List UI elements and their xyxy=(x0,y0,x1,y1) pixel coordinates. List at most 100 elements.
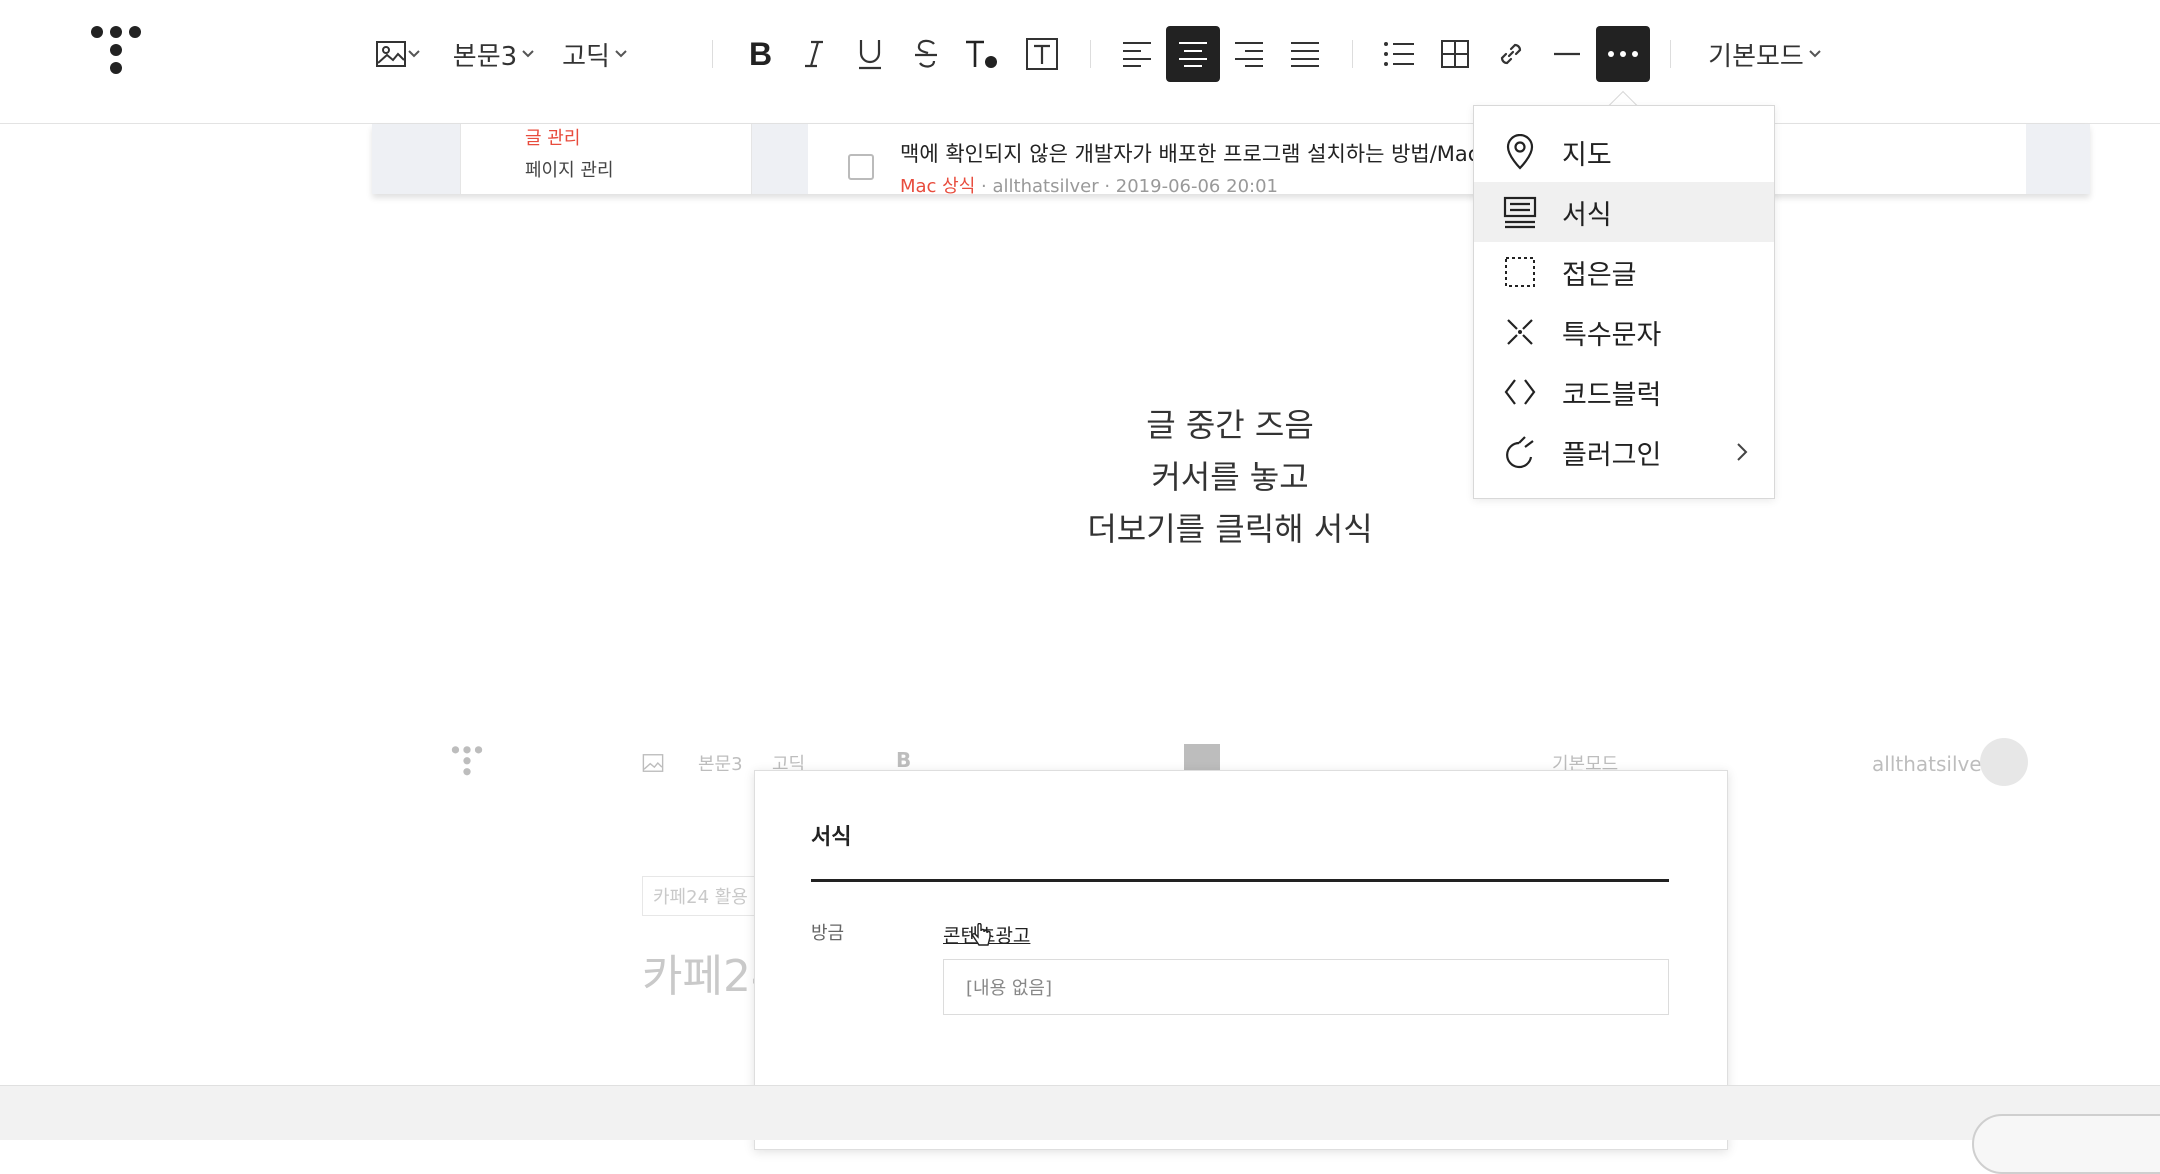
meta-separator: · xyxy=(981,176,993,194)
table-icon xyxy=(1441,40,1469,68)
align-left-icon xyxy=(1123,42,1151,67)
underline-button[interactable] xyxy=(848,26,892,82)
toolbar-divider xyxy=(712,40,713,68)
template-row-label: 방금 xyxy=(811,923,845,944)
horizontal-rule-icon xyxy=(1554,52,1580,56)
chevron-down-icon xyxy=(522,50,534,58)
post-author: allthatsilver xyxy=(992,176,1099,194)
editor-toolbar: 본문3 고딕 B 기본모드 xyxy=(0,0,2160,124)
post-meta: Mac 상식 · allthatsilver · 2019-06-06 20:0… xyxy=(900,172,1278,194)
toolbar-divider xyxy=(1090,40,1091,68)
align-center-icon xyxy=(1179,42,1207,67)
horizontal-line-button[interactable] xyxy=(1544,26,1590,82)
faded-logo xyxy=(450,744,484,780)
embedded-screenshot-strip: 글 관리 페이지 관리 맥에 확인되지 않은 개발자가 배포한 프로그램 설치하… xyxy=(372,124,2090,194)
template-content-box: [내용 없음] xyxy=(943,959,1669,1015)
template-icon xyxy=(1502,194,1538,230)
template-empty-text: [내용 없음] xyxy=(966,978,1053,999)
post-date: 2019-06-06 20:01 xyxy=(1115,176,1278,194)
map-pin-icon xyxy=(1502,134,1538,170)
list-button[interactable] xyxy=(1376,26,1422,82)
faded-text-style: 본문3 xyxy=(698,754,743,775)
chevron-right-icon xyxy=(1736,442,1748,462)
chevron-down-icon xyxy=(615,50,627,58)
strip-gray-margin xyxy=(372,124,460,194)
hand-cursor-icon xyxy=(971,923,993,949)
dialog-title: 서식 xyxy=(811,825,852,850)
menu-item-label: 서식 xyxy=(1562,199,1612,231)
content-line-2[interactable]: 커서를 놓고 xyxy=(0,452,2160,498)
align-right-button[interactable] xyxy=(1226,26,1272,82)
post-row: 맥에 확인되지 않은 개발자가 배포한 프로그램 설치하는 방법/Mac Mac… xyxy=(808,124,2026,194)
align-justify-button[interactable] xyxy=(1282,26,1328,82)
menu-item-code-block[interactable]: 코드블럭 xyxy=(1474,362,1774,422)
content-line-1[interactable]: 글 중간 즈음 xyxy=(0,400,2160,446)
menu-item-template[interactable]: 서식 xyxy=(1474,182,1774,242)
sidebar-item-page-manage[interactable]: 페이지 관리 xyxy=(525,156,614,182)
text-background-icon xyxy=(1026,38,1058,70)
toolbar-divider xyxy=(1670,40,1671,68)
menu-item-map[interactable]: 지도 xyxy=(1474,122,1774,182)
align-justify-icon xyxy=(1291,42,1319,67)
text-style-select[interactable]: 본문3 xyxy=(452,26,536,82)
post-checkbox[interactable] xyxy=(848,154,874,180)
insert-image-button[interactable] xyxy=(370,26,426,82)
bold-button[interactable]: B xyxy=(738,26,782,82)
image-icon xyxy=(376,41,406,67)
strikethrough-button[interactable] xyxy=(904,26,948,82)
text-color-icon xyxy=(966,40,997,68)
code-block-icon xyxy=(1502,374,1538,410)
italic-icon xyxy=(805,40,823,68)
more-dots-icon xyxy=(1608,51,1638,57)
align-right-icon xyxy=(1235,42,1263,67)
font-select[interactable]: 고딕 xyxy=(562,26,628,82)
menu-item-label: 플러그인 xyxy=(1562,439,1662,471)
meta-separator: · xyxy=(1104,176,1116,194)
special-char-icon xyxy=(1502,314,1538,350)
menu-item-special-char[interactable]: 특수문자 xyxy=(1474,302,1774,362)
link-icon xyxy=(1500,43,1522,65)
faded-category: 카페24 활용 xyxy=(642,876,759,916)
plugin-icon xyxy=(1502,434,1538,470)
folded-text-icon xyxy=(1502,254,1538,290)
bold-icon: B xyxy=(749,38,772,70)
strip-sidebar: 글 관리 페이지 관리 xyxy=(460,124,752,194)
align-center-button[interactable] xyxy=(1166,26,1220,82)
sidebar-item-post-manage[interactable]: 글 관리 xyxy=(525,124,580,150)
faded-avatar xyxy=(1980,738,2028,786)
bullet-list-icon xyxy=(1384,42,1414,66)
text-color-button[interactable] xyxy=(960,26,1004,82)
menu-item-label: 코드블럭 xyxy=(1562,379,1662,411)
dialog-title-underline xyxy=(811,879,1669,882)
more-dropdown-menu: 지도 서식 접은글 특수문자 코드블럭 플러그인 xyxy=(1473,105,1775,499)
svg-text:B: B xyxy=(749,38,772,70)
chevron-down-icon xyxy=(1809,50,1821,58)
faded-format-icons: B xyxy=(896,748,912,772)
menu-item-plugin[interactable]: 플러그인 xyxy=(1474,422,1774,482)
strip-gray-gap xyxy=(752,124,808,194)
italic-button[interactable] xyxy=(792,26,836,82)
strip-gray-right xyxy=(2026,124,2090,194)
footer-round-button[interactable] xyxy=(1972,1114,2160,1174)
background-color-button[interactable] xyxy=(1020,26,1064,82)
post-title[interactable]: 맥에 확인되지 않은 개발자가 배포한 프로그램 설치하는 방법/Mac xyxy=(900,138,1479,168)
chevron-down-icon xyxy=(408,50,420,58)
post-category[interactable]: Mac 상식 xyxy=(900,176,975,194)
strikethrough-icon xyxy=(915,39,937,68)
link-button[interactable] xyxy=(1488,26,1534,82)
toolbar-divider xyxy=(1352,40,1353,68)
menu-item-label: 특수문자 xyxy=(1562,319,1662,351)
faded-image-icon xyxy=(642,752,664,774)
underline-icon xyxy=(859,40,881,70)
menu-item-folded-text[interactable]: 접은글 xyxy=(1474,242,1774,302)
align-left-button[interactable] xyxy=(1114,26,1160,82)
faded-username: allthatsilver xyxy=(1872,752,1990,776)
tistory-logo[interactable] xyxy=(88,24,144,80)
more-button[interactable] xyxy=(1596,26,1650,82)
menu-item-label: 지도 xyxy=(1562,139,1612,171)
menu-item-label: 접은글 xyxy=(1562,259,1637,291)
page-footer-bar xyxy=(0,1085,2160,1174)
content-line-3[interactable]: 더보기를 클릭해 서식 xyxy=(0,504,2160,550)
editor-mode-select[interactable]: 기본모드 xyxy=(1706,26,1824,82)
table-button[interactable] xyxy=(1432,26,1478,82)
